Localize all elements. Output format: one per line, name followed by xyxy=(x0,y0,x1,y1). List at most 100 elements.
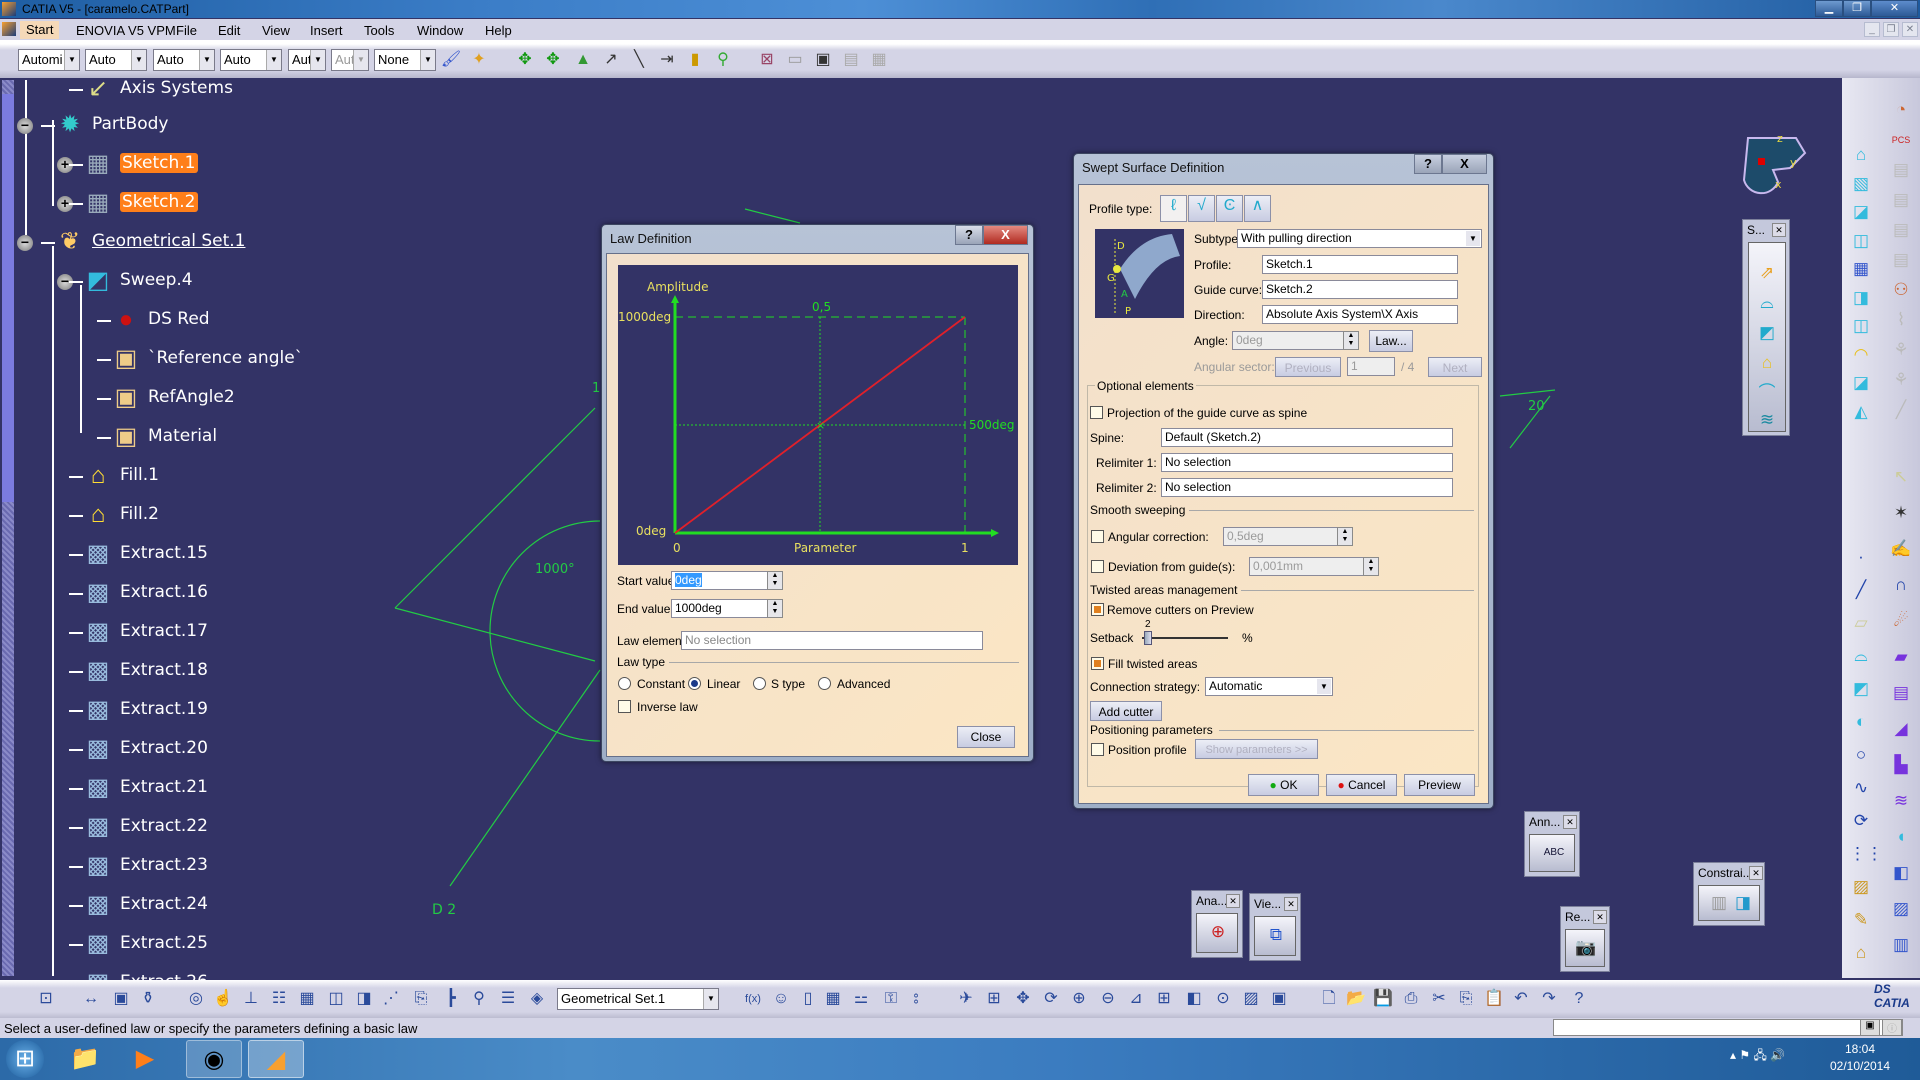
pcs-icon[interactable]: PCS xyxy=(1889,128,1913,152)
pattern-icon[interactable]: ⋮⋮ xyxy=(1849,842,1883,866)
select-icon[interactable]: ↖ xyxy=(1889,465,1913,489)
tree-node[interactable]: Sketch.1 xyxy=(120,153,198,173)
surfaces-toolbar-close[interactable]: ✕ xyxy=(1772,223,1786,237)
start-orb-icon[interactable]: ⊞ xyxy=(6,1040,44,1078)
extrude-icon[interactable]: ⌓ xyxy=(1849,644,1873,668)
save-icon[interactable]: 💾 xyxy=(1372,988,1394,1010)
disabled-a-icon[interactable]: ▤ xyxy=(1889,158,1913,182)
geometrical-set-icon[interactable]: ◈ xyxy=(526,988,548,1010)
offset-surface-icon[interactable]: ⌓ xyxy=(1755,291,1779,315)
fill-icon[interactable]: ⌂ xyxy=(83,500,113,530)
knowledge-rule-icon[interactable]: ⌇ xyxy=(1889,308,1913,332)
law-close-button[interactable]: Close xyxy=(957,726,1015,748)
undo-icon[interactable]: ↶ xyxy=(1510,988,1532,1010)
angular-correction-spinner[interactable]: ▲ ▼ xyxy=(1337,527,1353,546)
menu-help[interactable]: Help xyxy=(485,23,512,38)
start-value-input[interactable]: 0deg xyxy=(671,571,771,590)
preview-button[interactable]: Preview xyxy=(1404,774,1475,796)
angular-correction-input[interactable]: 0,5deg xyxy=(1223,527,1340,546)
boundary-icon[interactable]: ◫ xyxy=(1849,229,1873,253)
extract-icon[interactable]: ▩ xyxy=(83,890,113,920)
extract-icon[interactable]: ▩ xyxy=(83,851,113,881)
subtype-select[interactable]: With pulling direction ▼ xyxy=(1237,229,1482,248)
hierarchy-icon[interactable]: ☷ xyxy=(268,988,290,1010)
remove-cutters-checkbox[interactable] xyxy=(1091,603,1104,616)
collapse-icon[interactable]: − xyxy=(17,235,33,251)
deviation-input[interactable]: 0,001mm xyxy=(1249,557,1366,576)
camera-icon[interactable]: 📷 xyxy=(1574,936,1598,960)
zoom-out-icon[interactable]: ⊖ xyxy=(1097,988,1119,1010)
profile-input[interactable]: Sketch.1 xyxy=(1262,255,1458,274)
geometrical-set-icon[interactable]: ❦ xyxy=(55,227,85,257)
disabled-c-icon[interactable]: ▤ xyxy=(1889,218,1913,242)
tree-node[interactable]: RefAngle2 xyxy=(148,387,235,407)
extract-icon[interactable]: ▩ xyxy=(83,617,113,647)
extract-icon[interactable]: ▩ xyxy=(83,734,113,764)
formula-icon[interactable]: ▭ xyxy=(784,49,806,71)
parameter-icon[interactable]: ▣ xyxy=(111,344,141,374)
doc-restore-button[interactable]: ❐ xyxy=(1883,22,1899,37)
split-surface-icon[interactable]: ◪ xyxy=(1849,371,1873,395)
chrome-icon[interactable]: ◉ xyxy=(186,1040,242,1078)
tree-node[interactable]: Geometrical Set.1 xyxy=(92,231,245,251)
cancel-button[interactable]: ● Cancel xyxy=(1326,774,1397,796)
rotate-icon[interactable]: ✥ xyxy=(542,49,564,71)
power-input-field[interactable] xyxy=(1553,1019,1903,1036)
deviation-checkbox[interactable] xyxy=(1091,560,1104,573)
position-profile-checkbox[interactable] xyxy=(1091,743,1104,756)
sweep-surface-icon[interactable]: ◩ xyxy=(1755,321,1779,345)
linetype-combo[interactable]: Auto ▼ xyxy=(153,49,215,71)
partbody-gear-icon[interactable]: ✹ xyxy=(55,110,85,140)
quick-select-icon[interactable]: ✶ xyxy=(1889,501,1913,525)
law-element-input[interactable]: No selection xyxy=(681,631,983,650)
parameter-icon[interactable]: ▯ xyxy=(797,988,819,1010)
disabled-d-icon[interactable]: ▤ xyxy=(1889,248,1913,272)
tree-icon[interactable]: ┣ xyxy=(440,988,462,1010)
tree-node[interactable]: Extract.24 xyxy=(120,894,208,914)
fillet-icon[interactable]: ◖ xyxy=(1889,825,1913,849)
groove-icon[interactable]: ▙ xyxy=(1889,753,1913,777)
new-icon[interactable]: 🗋 xyxy=(1318,988,1340,1010)
sketch-analysis-icon[interactable]: ◔ xyxy=(1889,98,1913,122)
current-geometrical-set-select[interactable]: Geometrical Set.1 ▼ xyxy=(557,988,719,1010)
disabled-g-icon[interactable]: ╱ xyxy=(1889,398,1913,422)
extract-icon[interactable]: ▩ xyxy=(83,695,113,725)
lock-icon[interactable]: ⚿ xyxy=(880,988,902,1010)
spine-input[interactable]: Default (Sketch.2) xyxy=(1161,428,1453,447)
snap-icon[interactable]: ▲ xyxy=(572,49,594,71)
thickness-icon[interactable]: ◧ xyxy=(1889,861,1913,885)
table-icon[interactable]: ▦ xyxy=(822,988,844,1010)
direction-input[interactable]: Absolute Axis System\X Axis xyxy=(1262,305,1458,324)
factory-icon[interactable]: ⌂ xyxy=(1849,941,1873,965)
network-icon[interactable]: ⚍ xyxy=(850,988,872,1010)
conic-profile-icon[interactable]: ∧ xyxy=(1244,195,1271,222)
tree-node[interactable]: DS Red xyxy=(148,309,210,329)
next-button[interactable]: Next xyxy=(1428,357,1482,377)
render-toolbar-close[interactable]: ✕ xyxy=(1593,910,1607,924)
angle-spinner[interactable]: ▲ ▼ xyxy=(1343,331,1359,350)
doc-close-button[interactable]: ✕ xyxy=(1902,22,1918,37)
menu-enovia[interactable]: ENOVIA V5 VPM xyxy=(76,23,176,38)
constraint-dialog-icon[interactable]: ▥ xyxy=(1707,891,1731,915)
point-symbol-combo[interactable]: Aut ▼ xyxy=(288,49,326,71)
intersect-icon[interactable]: ◫ xyxy=(1849,314,1873,338)
point-icon[interactable]: ↗ xyxy=(600,49,622,71)
spline-icon[interactable]: ∿ xyxy=(1849,776,1873,800)
sketch-icon[interactable]: ▦ xyxy=(83,149,113,179)
setback-slider[interactable] xyxy=(1142,631,1228,645)
scan-icon[interactable]: ☰ xyxy=(497,988,519,1010)
manipulate-icon[interactable]: ☝ xyxy=(212,988,234,1010)
projection-checkbox[interactable] xyxy=(1090,406,1103,419)
rule-icon[interactable]: ▤ xyxy=(840,49,862,71)
menu-tools[interactable]: Tools xyxy=(364,23,394,38)
swap-icon[interactable]: ▣ xyxy=(1268,988,1290,1010)
paste-icon[interactable]: 📋 xyxy=(1483,988,1505,1010)
magic-wand-icon[interactable]: ✦ xyxy=(468,49,490,71)
tree-node[interactable]: Fill.2 xyxy=(120,504,159,524)
catia-taskbar-icon[interactable]: ◢ xyxy=(248,1040,304,1078)
fill-twisted-checkbox[interactable] xyxy=(1091,657,1104,670)
transform-icon[interactable]: ◭ xyxy=(1849,400,1873,424)
angle-input[interactable]: 0deg xyxy=(1232,331,1350,350)
hide-show-icon[interactable]: ▨ xyxy=(1240,988,1262,1010)
clock-time[interactable]: 18:04 xyxy=(1820,1042,1900,1056)
